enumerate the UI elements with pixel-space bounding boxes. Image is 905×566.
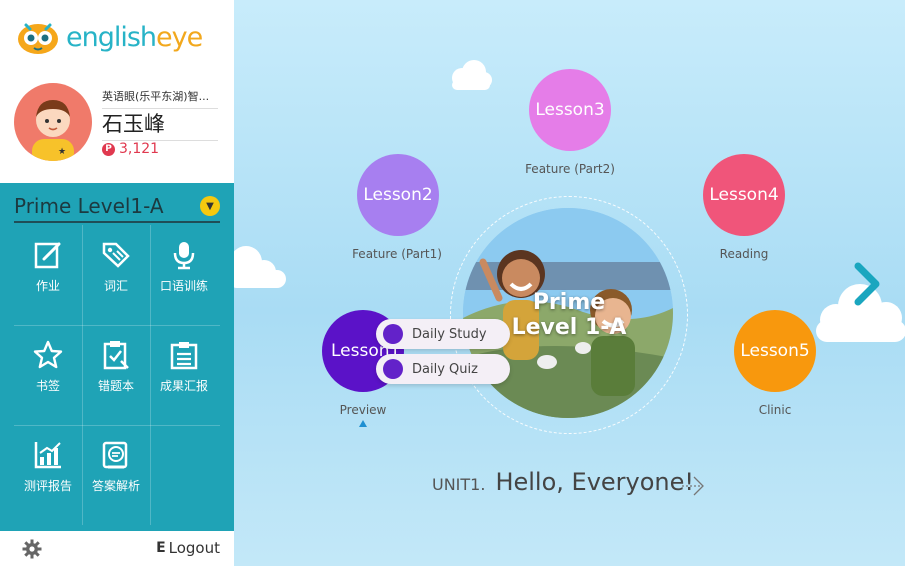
lesson4-label: Lesson4 xyxy=(709,185,779,205)
lesson3-label: Lesson3 xyxy=(535,100,605,120)
clipboard-check-icon xyxy=(103,341,129,370)
points-badge-icon: P xyxy=(102,142,115,156)
sidebar-footer: E Logout xyxy=(0,531,234,566)
owl-mascot-icon xyxy=(18,23,58,54)
menu-mistake-book[interactable]: 错题本 xyxy=(82,325,150,425)
lesson3-subtitle: Feature (Part2) xyxy=(525,162,615,176)
level-dropdown[interactable]: Prime Level1-A ▼ xyxy=(14,191,220,223)
vocabulary-tag-icon xyxy=(102,242,130,268)
svg-text:★: ★ xyxy=(58,147,66,157)
report-list-icon xyxy=(170,342,198,370)
daily-quiz-dot-icon xyxy=(383,359,403,379)
student-avatar-icon: ★ xyxy=(32,100,74,161)
menu-label: 口语训练 xyxy=(159,279,208,293)
center-title-line1: Prime xyxy=(532,290,606,315)
star-icon xyxy=(33,340,63,369)
menu-speaking-training[interactable]: 口语训练 xyxy=(150,225,218,325)
points-display: P 3,121 xyxy=(102,141,159,157)
unit-number: UNIT1. xyxy=(432,475,486,494)
homework-icon xyxy=(34,242,61,269)
logout-button[interactable]: E Logout xyxy=(156,539,220,557)
lesson2-button[interactable]: Lesson2 xyxy=(357,154,439,236)
logo-english-text: english xyxy=(66,21,157,53)
menu-panel: Prime Level1-A ▼ 作业 词汇 口语训练 书签 错题本 成果汇报 … xyxy=(0,183,234,531)
unit-heading: UNIT1. Hello, Everyone! xyxy=(432,468,694,496)
lesson5-subtitle: Clinic xyxy=(758,403,792,417)
menu-label: 错题本 xyxy=(97,379,134,393)
logo-wordmark: englisheye xyxy=(66,21,203,53)
lesson3-button[interactable]: Lesson3 xyxy=(529,69,611,151)
level-dropdown-label: Prime Level1-A xyxy=(14,194,164,218)
menu-answer-analysis[interactable]: 答案解析 xyxy=(82,425,150,525)
logo-eye-text: eye xyxy=(156,21,203,53)
chevron-down-icon: ▼ xyxy=(200,196,220,216)
center-title-line2: Level 1-A xyxy=(511,315,627,340)
menu-label: 答案解析 xyxy=(91,479,140,493)
menu-label: 作业 xyxy=(35,279,60,293)
menu-label: 测评报告 xyxy=(23,479,72,493)
unit-title: Hello, Everyone! xyxy=(495,468,695,496)
student-name: 石玉峰 xyxy=(102,108,218,141)
microphone-icon xyxy=(173,242,195,270)
daily-study-label: Daily Study xyxy=(412,326,487,342)
cloud-decoration xyxy=(234,246,286,288)
profile-card: ★ 英语眼(乐平东湖)智... 石玉峰 P 3,121 xyxy=(0,78,234,182)
daily-study-button[interactable]: Daily Study xyxy=(376,319,510,349)
unit-arrow-icon[interactable] xyxy=(680,472,708,500)
avatar[interactable]: ★ xyxy=(14,83,92,161)
lesson2-subtitle: Feature (Part1) xyxy=(352,247,442,261)
englisheye-logo: englisheye xyxy=(16,14,203,60)
sidebar: englisheye ★ 英语眼(乐平东湖)智... 石玉峰 P 3,121 P… xyxy=(0,0,234,566)
menu-label: 成果汇报 xyxy=(159,379,208,393)
lesson-map: Lesson3 Feature (Part2) Lesson2 Feature … xyxy=(234,0,905,566)
gear-icon[interactable] xyxy=(22,539,42,559)
menu-label: 词汇 xyxy=(103,279,128,293)
chart-icon xyxy=(34,442,61,469)
center-level-title: Prime Level 1-A xyxy=(504,290,634,340)
lesson5-button[interactable]: Lesson5 xyxy=(734,310,816,392)
points-value: 3,121 xyxy=(119,141,160,157)
menu-homework[interactable]: 作业 xyxy=(14,225,82,325)
cloud-decoration xyxy=(452,60,492,90)
menu-bookmarks[interactable]: 书签 xyxy=(14,325,82,425)
lesson5-label: Lesson5 xyxy=(740,341,810,361)
school-name: 英语眼(乐平东湖)智... xyxy=(102,88,218,109)
logout-icon: E xyxy=(156,540,166,556)
daily-quiz-label: Daily Quiz xyxy=(412,361,478,377)
selected-indicator-icon xyxy=(359,420,367,427)
answer-book-icon xyxy=(102,441,128,469)
daily-study-dot-icon xyxy=(383,324,403,344)
menu-results-report[interactable]: 成果汇报 xyxy=(150,325,218,425)
lesson2-label: Lesson2 xyxy=(363,185,433,205)
next-unit-chevron-icon[interactable] xyxy=(852,260,882,308)
lesson4-subtitle: Reading xyxy=(719,247,769,261)
daily-quiz-button[interactable]: Daily Quiz xyxy=(376,354,510,384)
menu-label: 书签 xyxy=(35,379,60,393)
menu-assessment-report[interactable]: 测评报告 xyxy=(14,425,82,525)
lesson1-subtitle: Preview xyxy=(339,403,387,417)
lesson4-button[interactable]: Lesson4 xyxy=(703,154,785,236)
menu-vocabulary[interactable]: 词汇 xyxy=(82,225,150,325)
logout-label: Logout xyxy=(168,539,220,557)
